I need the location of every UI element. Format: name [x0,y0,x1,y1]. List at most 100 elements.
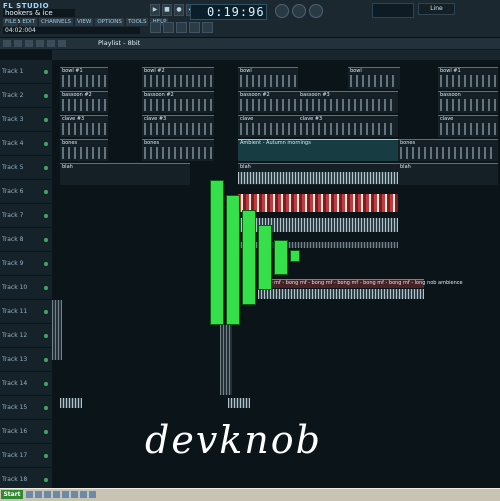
mute-led-icon[interactable] [44,70,48,74]
mute-led-icon[interactable] [44,358,48,362]
mute-led-icon[interactable] [44,430,48,434]
track-header[interactable]: Track 16 [0,420,52,444]
master-volume-knob[interactable] [275,4,289,18]
start-button[interactable]: Start [1,490,23,499]
mixer-icon[interactable] [202,22,213,33]
waveform-clip[interactable] [60,398,82,408]
pattern-clip[interactable]: bones [60,139,108,161]
draw-tool-icon[interactable] [3,40,11,47]
mute-led-icon[interactable] [44,166,48,170]
pattern-clip[interactable]: clave #3 [60,115,108,137]
waveform-clip[interactable] [238,172,398,184]
waveform-clip[interactable] [52,300,62,360]
track-header[interactable]: Track 9 [0,252,52,276]
taskbar-app-icon[interactable] [44,491,51,498]
track-header[interactable]: Track 11 [0,300,52,324]
mute-led-icon[interactable] [44,238,48,242]
mute-tool-icon[interactable] [36,40,44,47]
pattern-clip[interactable]: bassoon [438,91,498,113]
taskbar-app-icon[interactable] [53,491,60,498]
track-header[interactable]: Track 6 [0,180,52,204]
time-display[interactable]: 0:19:96 [190,4,267,20]
pattern-clip[interactable]: clave #3 [298,115,398,137]
mute-led-icon[interactable] [44,310,48,314]
track-header[interactable]: Track 3 [0,108,52,132]
mute-led-icon[interactable] [44,118,48,122]
pattern-clip[interactable]: bowl #1 [60,67,108,89]
track-header[interactable]: Track 17 [0,444,52,468]
taskbar-app-icon[interactable] [26,491,33,498]
mute-led-icon[interactable] [44,454,48,458]
track-header[interactable]: Track 12 [0,324,52,348]
stop-button[interactable]: ■ [162,4,172,16]
mute-led-icon[interactable] [44,142,48,146]
track-header[interactable]: Track 8 [0,228,52,252]
menu-channels[interactable]: CHANNELS [39,18,74,26]
piano-roll-icon[interactable] [176,22,187,33]
audio-clip[interactable]: bong mf - bong mf - bong mf - bong mf - … [258,279,463,288]
slice-tool-icon[interactable] [47,40,55,47]
pattern-clip[interactable]: bowl [348,67,400,89]
taskbar-app-icon[interactable] [71,491,78,498]
waveform-clip[interactable] [258,289,424,299]
taskbar-app-icon[interactable] [62,491,69,498]
pattern-clip[interactable]: bowl [238,67,298,89]
track-header[interactable]: Track 7 [0,204,52,228]
song-title: hookers & ice cream [3,9,75,25]
mute-led-icon[interactable] [44,286,48,290]
main-toolbar: FL STUDIO hookers & ice cream FILE EDIT … [0,0,500,38]
mute-led-icon[interactable] [44,478,48,482]
mute-led-icon[interactable] [44,262,48,266]
paint-tool-icon[interactable] [14,40,22,47]
pattern-clip[interactable]: bowl #2 [142,67,214,89]
menu-edit[interactable]: EDIT [20,18,38,26]
master-pitch-knob[interactable] [292,4,306,18]
play-button[interactable]: ▶ [150,4,160,16]
track-header[interactable]: Track 14 [0,372,52,396]
pattern-clip[interactable]: bassoon #2 [60,91,108,113]
pattern-clip[interactable]: bowl #1 [438,67,498,89]
pattern-clip[interactable]: bassoon #3 [298,91,398,113]
track-header[interactable]: Track 15 [0,396,52,420]
mute-led-icon[interactable] [44,190,48,194]
track-header[interactable]: Track 1 [0,60,52,84]
pattern-clip[interactable]: bassoon #2 [142,91,214,113]
taskbar-app-icon[interactable] [89,491,96,498]
pattern-clip[interactable]: bones [398,139,498,161]
mute-led-icon[interactable] [44,334,48,338]
track-header[interactable]: Track 5 [0,156,52,180]
record-button[interactable]: ● [174,4,184,16]
waveform-clip[interactable] [220,325,232,395]
pattern-clip[interactable]: bones [142,139,214,161]
delete-tool-icon[interactable] [25,40,33,47]
menu-tools[interactable]: TOOLS [125,18,149,26]
audio-clip[interactable]: Ambient - Autumn mornings [238,139,398,161]
pattern-clip[interactable]: blah [398,163,498,185]
snap-select[interactable]: Line [418,3,455,15]
track-header[interactable]: Track 13 [0,348,52,372]
track-header[interactable]: Track 2 [0,84,52,108]
select-tool-icon[interactable] [58,40,66,47]
taskbar-app-icon[interactable] [80,491,87,498]
menu-view[interactable]: VIEW [75,18,94,26]
track-header[interactable]: Track 4 [0,132,52,156]
taskbar-app-icon[interactable] [35,491,42,498]
pattern-clip[interactable]: blah [60,163,190,185]
mute-led-icon[interactable] [44,94,48,98]
mute-led-icon[interactable] [44,382,48,386]
track-header[interactable]: Track 10 [0,276,52,300]
browser-icon[interactable] [189,22,200,33]
pattern-clip[interactable]: clave [238,115,298,137]
waveform-clip[interactable] [228,398,250,408]
waveform-clip[interactable] [238,194,398,212]
swing-knob[interactable] [309,4,323,18]
pattern-clip[interactable]: clave [438,115,498,137]
playlist-icon[interactable] [150,22,161,33]
menu-options[interactable]: OPTIONS [95,18,124,26]
menu-file[interactable]: FILE [3,18,19,26]
pattern-clip[interactable]: bassoon #2 [238,91,298,113]
pattern-clip[interactable]: clave #3 [142,115,214,137]
mute-led-icon[interactable] [44,214,48,218]
step-sequencer-icon[interactable] [163,22,174,33]
mute-led-icon[interactable] [44,406,48,410]
